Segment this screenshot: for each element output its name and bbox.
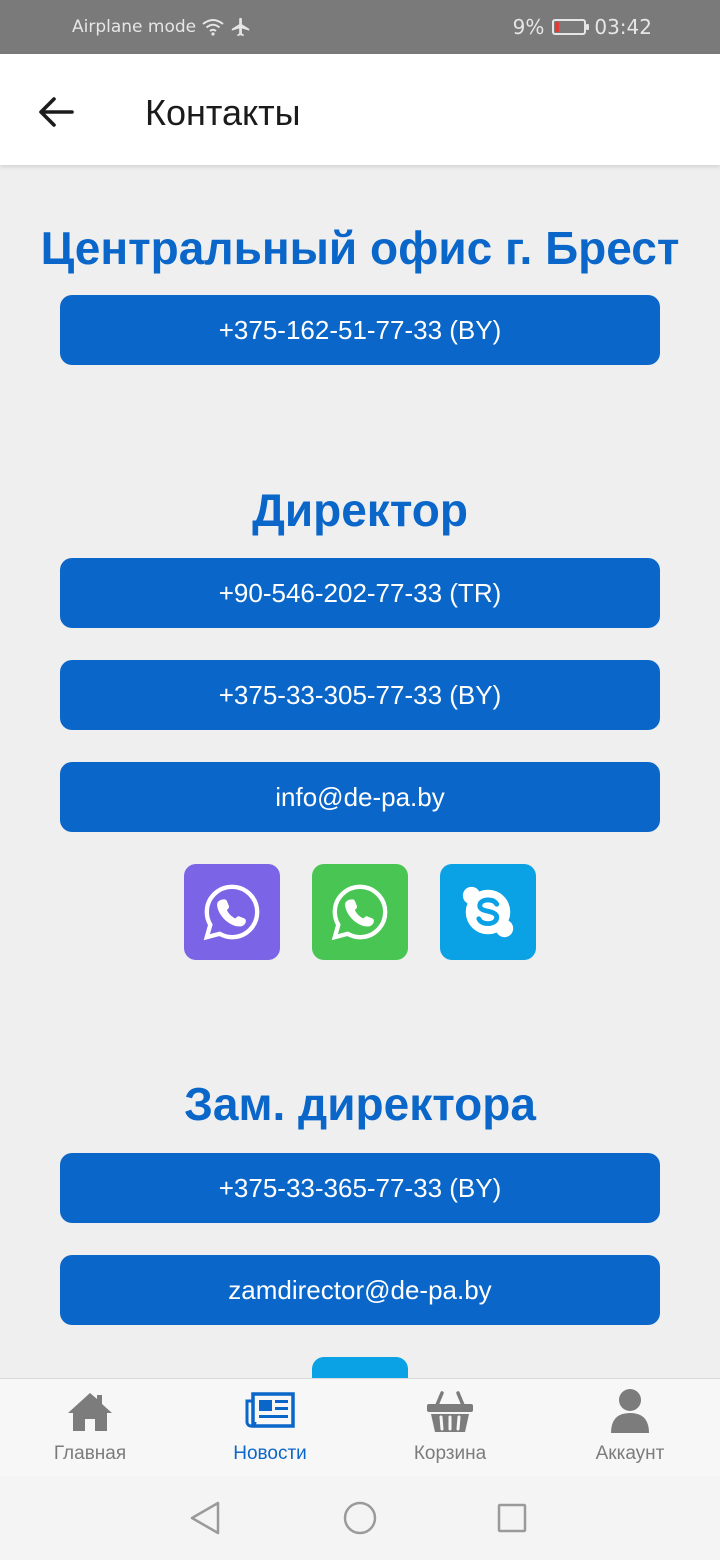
nav-item-news[interactable]: Новости <box>180 1379 360 1477</box>
nav-item-cart[interactable]: Корзина <box>360 1379 540 1477</box>
skype-button-partial[interactable] <box>312 1357 408 1378</box>
section-title-deputy-director: Зам. директора <box>184 1078 536 1130</box>
nav-label-news: Новости <box>233 1443 307 1464</box>
back-triangle-icon[interactable] <box>188 1500 222 1536</box>
system-navigation-bar <box>0 1476 720 1560</box>
back-button[interactable] <box>34 90 78 134</box>
nav-label-home: Главная <box>53 1443 127 1464</box>
clock: 03:42 <box>594 15 652 39</box>
phone-button-director-tr[interactable]: +90-546-202-77-33 (TR) <box>60 558 660 628</box>
viber-button[interactable] <box>184 864 280 960</box>
airplane-mode-label: Airplane mode <box>72 17 197 37</box>
nav-label-cart: Корзина <box>413 1443 487 1464</box>
skype-icon <box>462 886 514 938</box>
section-title-central-office: Центральный офис г. Брест <box>40 222 680 274</box>
app-bar: Контакты <box>0 54 720 165</box>
section-title-director: Директор <box>252 484 468 536</box>
newspaper-icon <box>245 1392 295 1428</box>
status-bar: Airplane mode 9% 03:42 <box>0 0 720 54</box>
wifi-icon <box>202 19 224 36</box>
whatsapp-icon <box>331 884 388 941</box>
basket-icon <box>427 1391 473 1432</box>
home-circle-icon[interactable] <box>342 1500 378 1536</box>
airplane-icon <box>231 17 250 37</box>
nav-label-account: Аккаунт <box>595 1443 665 1464</box>
user-icon <box>611 1389 649 1433</box>
email-button-deputy-director[interactable]: zamdirector@de-pa.by <box>60 1255 660 1325</box>
phone-button-central-office[interactable]: +375-162-51-77-33 (BY) <box>60 295 660 365</box>
battery-icon <box>552 19 590 35</box>
contacts-list[interactable]: Центральный офис г. Брест +375-162-51-77… <box>0 165 720 1378</box>
viber-icon <box>203 884 260 941</box>
home-icon <box>68 1393 112 1431</box>
nav-item-home[interactable]: Главная <box>0 1379 180 1477</box>
battery-percent: 9% <box>512 15 545 39</box>
page-title: Контакты <box>145 92 301 133</box>
skype-button[interactable] <box>440 864 536 960</box>
phone-button-deputy-director[interactable]: +375-33-365-77-33 (BY) <box>60 1153 660 1223</box>
nav-item-account[interactable]: Аккаунт <box>540 1379 720 1477</box>
arrow-left-icon <box>39 97 74 127</box>
email-button-director[interactable]: info@de-pa.by <box>60 762 660 832</box>
recents-square-icon[interactable] <box>496 1502 528 1534</box>
phone-button-director-by[interactable]: +375-33-305-77-33 (BY) <box>60 660 660 730</box>
bottom-navigation: Главная Новости Корзина Аккаунт <box>0 1378 720 1477</box>
whatsapp-button[interactable] <box>312 864 408 960</box>
